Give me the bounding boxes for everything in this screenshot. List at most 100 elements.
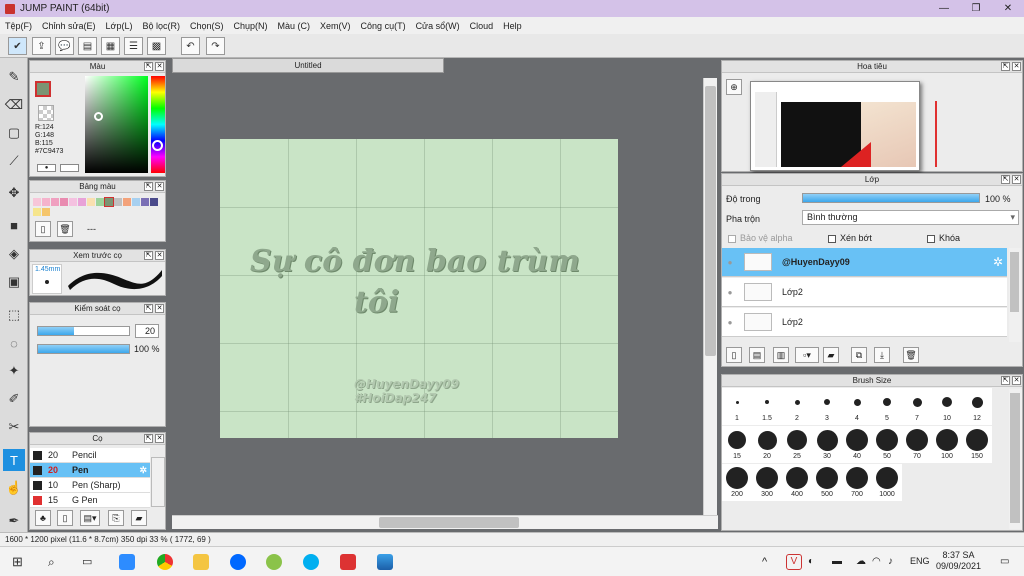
brush-list-scrollbar[interactable] [151,457,165,507]
brush-item[interactable]: 10 Pen (Sharp) [30,478,150,493]
float-icon[interactable]: ⇱ [144,304,153,313]
wifi-icon[interactable]: ◠ [872,554,888,570]
check-icon[interactable]: ✔ [8,37,27,55]
fill-tool-icon[interactable]: ◈ [3,243,25,265]
palette-swatch[interactable] [51,198,59,206]
minimize-button[interactable]: — [928,0,960,17]
hand-tool-icon[interactable]: ☝ [3,477,25,499]
brush-size-cell[interactable]: 7 [902,388,932,425]
select-pen-tool-icon[interactable]: ✐ [3,388,25,410]
palette-swatch[interactable] [141,198,149,206]
palette-swatch[interactable] [42,208,50,216]
zoom-app-icon[interactable] [119,554,135,570]
close-button[interactable]: ✕ [992,0,1024,17]
notification-icon[interactable]: ▭ [1000,554,1016,570]
brush-size-cell[interactable]: 2 [782,388,812,425]
eraser-tool-icon[interactable]: ⌫ [3,94,25,116]
brush-size-cell[interactable]: 15 [722,426,752,463]
brush-size-cell[interactable]: 300 [752,464,782,501]
menu-edit[interactable]: Chỉnh sửa(E) [37,21,101,31]
close-icon[interactable]: ✕ [155,62,164,71]
battery-icon[interactable]: ▬ [832,554,848,570]
chrome-icon[interactable] [157,554,173,570]
palette-swatch[interactable] [114,198,122,206]
zoom-in-icon[interactable]: ⊕ [726,79,742,95]
comment-icon[interactable]: 💬 [55,37,74,55]
document-icon[interactable]: ▦ [101,37,120,55]
redo-icon[interactable]: ↷ [206,37,225,55]
brush-add-icon[interactable]: ♣ [35,510,51,526]
text-tool-icon[interactable]: T [3,449,25,471]
brush-size-cell[interactable]: 400 [782,464,812,501]
protect-alpha-checkbox[interactable] [728,234,736,243]
gear-icon[interactable]: ✲ [993,255,1003,269]
jump-paint-taskbar-icon[interactable] [340,554,356,570]
menu-view[interactable]: Xem(V) [315,21,356,31]
float-icon[interactable]: ⇱ [1001,62,1010,71]
grid-check-icon[interactable]: ▩ [147,37,166,55]
palette-swatch[interactable] [33,208,41,216]
volume-icon[interactable]: ♪ [888,554,904,570]
brush-size-cell[interactable]: 12 [962,388,992,425]
clipping-checkbox[interactable] [828,234,836,243]
hue-slider[interactable] [151,76,165,173]
brush-size-cell[interactable]: 1000 [872,464,902,501]
palette-swatch[interactable] [42,198,50,206]
undo-icon[interactable]: ↶ [181,37,200,55]
file-explorer-icon[interactable] [193,554,209,570]
vertical-scrollbar[interactable] [703,78,717,518]
gradient-tool-icon[interactable]: ▣ [3,271,25,293]
menu-color[interactable]: Màu (C) [273,21,316,31]
new-layer-icon[interactable]: ▯ [726,347,742,363]
visibility-icon[interactable]: ● [722,288,738,297]
brush-opacity-slider[interactable] [37,344,130,354]
cloud-icon[interactable]: ☁ [856,554,872,570]
task-view-icon[interactable]: ▭ [82,554,98,570]
line-tool-icon[interactable]: ⟋ [3,150,25,172]
layer-type-menu-icon[interactable]: ▫▾ [795,347,819,363]
menu-help[interactable]: Help [498,21,527,31]
trash-icon[interactable]: 🗑 [903,347,919,363]
network-icon[interactable]: ◐ [808,554,824,570]
list-icon[interactable]: ☰ [124,37,143,55]
clock[interactable]: 8:37 SA 09/09/2021 [936,550,981,572]
palette-swatch[interactable] [132,198,140,206]
palette-swatch[interactable] [78,198,86,206]
palette-swatch[interactable] [33,198,41,206]
new-page-icon[interactable]: ▯ [35,221,51,237]
gear-icon[interactable]: ✲ [139,465,147,476]
rectangle-tool-icon[interactable]: ■ [3,214,25,236]
brush-size-cell[interactable]: 4 [842,388,872,425]
menu-capture[interactable]: Chụp(N) [229,21,273,31]
tab-untitled[interactable]: Untitled [172,58,444,73]
brush-size-cell[interactable]: 20 [752,426,782,463]
visibility-icon[interactable]: ● [722,258,738,267]
document-canvas[interactable]: Sự cô đơn bao trùm tôi @HuyenDayy09 #Hoi… [220,139,618,438]
hue-handle[interactable] [152,140,163,151]
foreground-color[interactable] [35,81,51,97]
brush-size-cell[interactable]: 5 [872,388,902,425]
float-icon[interactable]: ⇱ [1001,175,1010,184]
float-icon[interactable]: ⇱ [144,251,153,260]
menu-tools[interactable]: Công cụ(T) [356,21,411,31]
brush-item[interactable]: 20 Pencil [30,448,150,463]
blend-mode-select[interactable]: Bình thường ▾ [802,210,1019,225]
select-eraser-tool-icon[interactable]: ✂ [3,416,25,438]
layer-opacity-slider[interactable] [802,193,980,203]
brush-size-slider[interactable] [37,326,130,336]
menu-filter[interactable]: Bộ lọc(R) [137,21,185,31]
palette-swatch[interactable] [69,198,77,206]
float-icon[interactable]: ⇱ [144,434,153,443]
duplicate-layer-icon[interactable]: ⧉ [851,347,867,363]
palette-swatch[interactable] [104,197,114,207]
layer-row[interactable]: ● Lớp2 [722,308,1007,337]
close-icon[interactable]: ✕ [1012,62,1021,71]
new-text-layer-icon[interactable]: ▥ [773,347,789,363]
brush-size-cell[interactable]: 200 [722,464,752,501]
close-icon[interactable]: ✕ [1012,376,1021,385]
rect-select-tool-icon[interactable]: ▢ [3,122,25,144]
dropper-tool-icon[interactable]: ✒ [3,510,25,532]
coccoc-icon[interactable] [266,554,282,570]
brush-item[interactable]: 20 Pen ✲ [30,463,150,478]
horizontal-scrollbar[interactable] [172,515,718,529]
